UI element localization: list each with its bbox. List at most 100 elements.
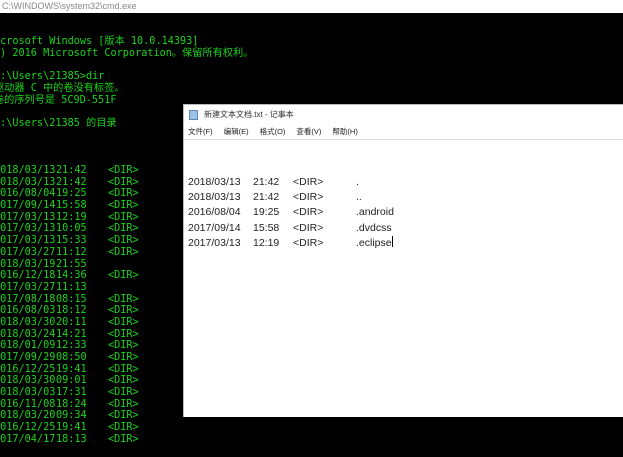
- row-date: 2018/03/30: [0, 375, 56, 387]
- cmd-title-bar: C:\WINDOWS\system32\cmd.exe: [0, 0, 623, 13]
- row-date: 2016/11/08: [0, 398, 56, 410]
- line-time: 15:58: [253, 221, 280, 234]
- cmd-line: icrosoft Windows [版本 10.0.14393]: [0, 36, 199, 48]
- row-type: <DIR>: [108, 363, 139, 375]
- notepad-icon: [189, 110, 198, 120]
- row-date: 2017/08/18: [0, 293, 56, 305]
- row-date: 2018/03/03: [0, 387, 56, 399]
- line-date: 2017/09/14: [188, 221, 241, 234]
- row-time: 18:24: [56, 398, 87, 410]
- row-date: 2017/04/17: [0, 433, 56, 445]
- row-date: 2017/03/13: [0, 211, 56, 223]
- line-time: 21:42: [253, 191, 280, 204]
- notepad-window[interactable]: 新建文本文档.txt - 记事本 文件(F) 编辑(E) 格式(O) 查看(V) 帮助(…: [183, 104, 623, 417]
- row-date: 2017/03/13: [0, 235, 56, 247]
- row-time: 18:13: [56, 433, 87, 445]
- row-date: 2018/03/20: [0, 410, 56, 422]
- text-caret: [391, 235, 393, 247]
- row-time: 09:34: [56, 410, 87, 422]
- row-time: 11:13: [56, 281, 87, 293]
- row-type: <DIR>: [108, 352, 139, 363]
- menu-view[interactable]: 查看(V): [296, 127, 321, 136]
- row-type: <DIR>: [108, 211, 139, 223]
- row-type: <DIR>: [108, 422, 139, 434]
- text-line: 2016/08/04 19:25 <DIR> .android: [188, 205, 623, 220]
- row-time: 11:12: [56, 246, 87, 258]
- row-time: 20:11: [56, 316, 87, 328]
- row-type: <DIR>: [108, 293, 139, 305]
- line-type: <DIR>: [293, 206, 324, 219]
- line-name: .: [356, 176, 359, 188]
- line-type: <DIR>: [293, 236, 324, 249]
- row-time: 15:58: [56, 200, 87, 212]
- row-date: 2018/01/09: [0, 340, 56, 352]
- row-type: <DIR>: [108, 165, 139, 176]
- row-time: 10:05: [56, 223, 87, 235]
- row-type: <DIR>: [108, 270, 139, 282]
- cmd-row: 2017/04/1718:13 <DIR>: [0, 434, 623, 446]
- row-date: 2017/09/14: [0, 200, 56, 212]
- cmd-line: [0, 60, 623, 72]
- row-type: <DIR>: [108, 305, 139, 317]
- line-name: ..: [356, 191, 362, 204]
- menu-edit[interactable]: 编辑(E): [224, 127, 249, 136]
- row-date: 2018/03/24: [0, 328, 56, 340]
- line-type: <DIR>: [293, 221, 324, 234]
- row-date: 2018/03/13: [0, 176, 56, 188]
- text-line: 2018/03/13 21:42 <DIR>.: [188, 175, 623, 190]
- line-name: .dvdcss: [356, 221, 392, 234]
- row-type: <DIR>: [108, 200, 139, 212]
- row-type: <DIR>: [108, 316, 139, 328]
- cmd-line: C:\Users\21385>dir: [0, 71, 105, 83]
- notepad-title-bar[interactable]: 新建文本文档.txt - 记事本: [184, 105, 623, 125]
- row-date: 2016/12/25: [0, 363, 56, 375]
- row-time: 19:41: [56, 363, 87, 375]
- row-type: <DIR>: [108, 223, 139, 235]
- row-time: 08:50: [56, 352, 87, 363]
- menu-file[interactable]: 文件(F): [188, 127, 213, 136]
- line-time: 19:25: [253, 206, 280, 219]
- notepad-title: 新建文本文档.txt - 记事本: [204, 110, 294, 119]
- line-date: 2018/03/13: [188, 191, 241, 204]
- row-date: 2018/03/30: [0, 316, 56, 328]
- row-type: <DIR>: [108, 235, 139, 247]
- row-type: <DIR>: [108, 176, 139, 188]
- row-time: 21:55: [56, 258, 87, 270]
- row-type: <DIR>: [108, 387, 139, 399]
- cmd-line: 驱动器 C 中的卷没有标签。: [0, 83, 125, 95]
- cmd-row: 2016/12/2519:41 <DIR>: [0, 422, 623, 434]
- line-date: 2016/08/04: [188, 206, 241, 219]
- row-time: 19:25: [56, 188, 87, 200]
- row-time: 18:12: [56, 305, 87, 317]
- row-type: <DIR>: [108, 340, 139, 352]
- row-date: 2018/03/19: [0, 258, 56, 270]
- row-type: <DIR>: [108, 328, 139, 340]
- row-time: 17:31: [56, 387, 87, 399]
- line-date: 2018/03/13: [188, 176, 241, 188]
- row-date: 2018/03/13: [0, 165, 56, 176]
- text-line: 2017/09/14 15:58 <DIR> .dvdcss: [188, 221, 623, 236]
- row-time: 14:21: [56, 328, 87, 340]
- row-date: 2017/09/29: [0, 352, 56, 363]
- line-date: 2017/03/13: [188, 236, 241, 249]
- line-type: <DIR>: [293, 191, 324, 204]
- row-type: <DIR>: [108, 375, 139, 387]
- row-time: 12:33: [56, 340, 87, 352]
- row-time: 21:42: [56, 176, 87, 188]
- row-date: 2016/08/03: [0, 305, 56, 317]
- row-type: <DIR>: [108, 433, 139, 445]
- menu-format[interactable]: 格式(O): [260, 127, 286, 136]
- row-type: <DIR>: [108, 188, 139, 200]
- line-name: .eclipse: [356, 236, 392, 249]
- row-time: 15:33: [56, 235, 87, 247]
- text-line: 2017/03/13 12:19 <DIR> .eclipse: [188, 235, 623, 251]
- row-date: 2016/12/18: [0, 270, 56, 282]
- line-name: .android: [356, 206, 394, 219]
- notepad-menu-bar: 文件(F) 编辑(E) 格式(O) 查看(V) 帮助(H): [184, 125, 623, 140]
- row-time: 21:42: [56, 165, 87, 176]
- row-date: 2017/03/27: [0, 246, 56, 258]
- text-line: 2018/03/13 21:42 <DIR>..: [188, 190, 623, 205]
- notepad-text-area[interactable]: 2018/03/13 21:42 <DIR>. 2018/03/13 21:42 <DIR…: [184, 140, 623, 251]
- row-time: 19:41: [56, 422, 87, 434]
- menu-help[interactable]: 帮助(H): [332, 127, 357, 136]
